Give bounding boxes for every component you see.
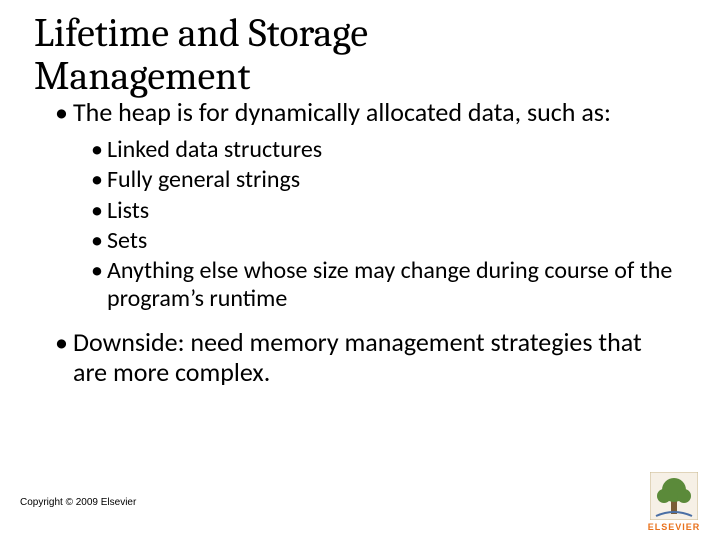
bullet-dot: •: [91, 197, 107, 225]
bullet-text: Downside: need memory management strateg…: [73, 328, 675, 388]
bullet-dot: •: [91, 227, 107, 255]
slide-title: Lifetime and Storage Management: [34, 12, 368, 98]
tree-icon: [650, 472, 698, 520]
bullet-level2: • Linked data structures: [91, 136, 675, 164]
elsevier-logo: ELSEVIER: [642, 472, 706, 532]
slide-body: • The heap is for dynamically allocated …: [55, 98, 675, 396]
bullet-dot: •: [91, 136, 107, 164]
bullet-level2: • Sets: [91, 227, 675, 255]
bullet-level2: • Anything else whose size may change du…: [91, 257, 675, 314]
bullet-level1: • Downside: need memory management strat…: [55, 328, 675, 388]
bullet-text: Sets: [107, 227, 675, 255]
bullet-dot: •: [91, 257, 107, 314]
bullet-text: Fully general strings: [107, 166, 675, 194]
copyright-text: Copyright © 2009 Elsevier: [20, 497, 136, 508]
bullet-dot: •: [91, 166, 107, 194]
title-line-2: Management: [34, 53, 250, 99]
bullet-text: Linked data structures: [107, 136, 675, 164]
sub-bullet-list: • Linked data structures • Fully general…: [91, 136, 675, 314]
bullet-level2: • Lists: [91, 197, 675, 225]
bullet-text: Lists: [107, 197, 675, 225]
title-line-1: Lifetime and Storage: [34, 10, 368, 56]
bullet-level2: • Fully general strings: [91, 166, 675, 194]
bullet-dot: •: [55, 328, 73, 388]
bullet-dot: •: [55, 98, 73, 128]
slide: Lifetime and Storage Management • The he…: [0, 0, 720, 540]
bullet-level1: • The heap is for dynamically allocated …: [55, 98, 675, 128]
bullet-text: The heap is for dynamically allocated da…: [73, 98, 675, 128]
bullet-text: Anything else whose size may change duri…: [107, 257, 675, 314]
logo-text: ELSEVIER: [642, 522, 706, 532]
